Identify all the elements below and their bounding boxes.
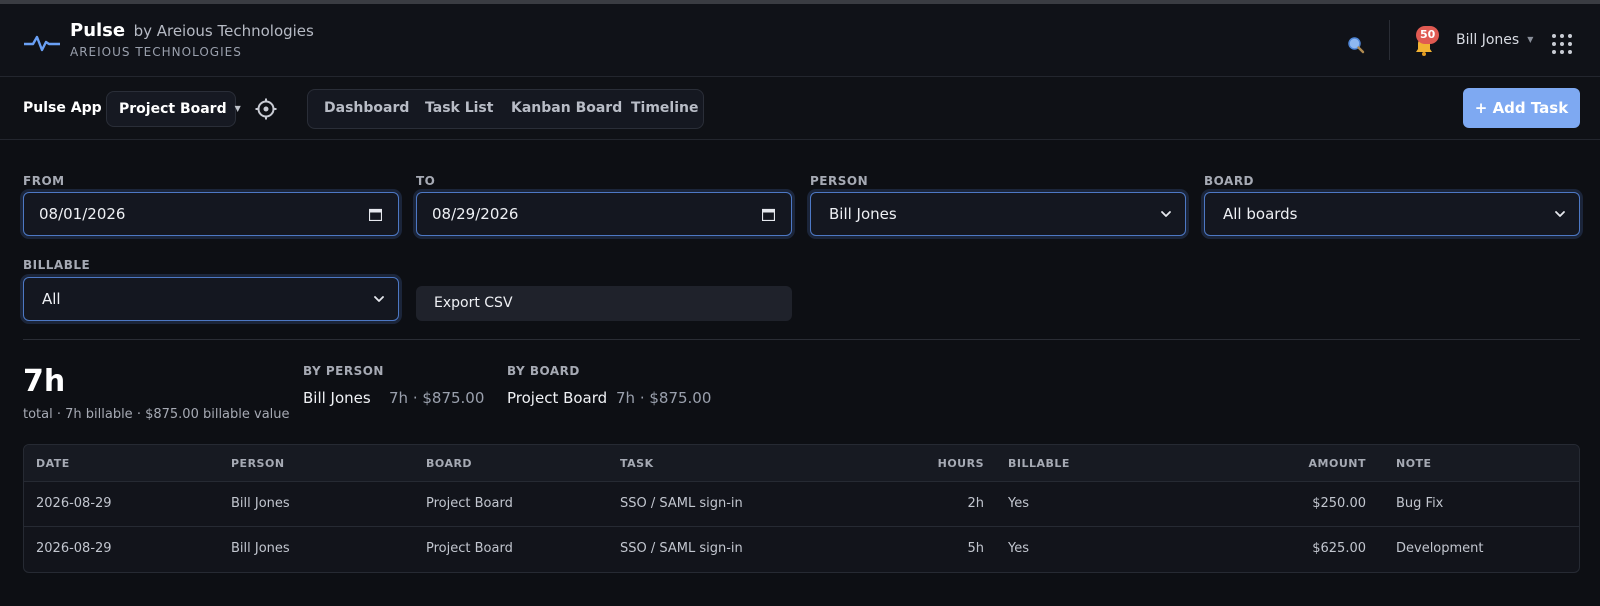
to-date-field[interactable]: 08/29/2026 xyxy=(416,192,792,236)
tab-dashboard[interactable]: Dashboard xyxy=(324,100,409,116)
by-person-name: Bill Jones xyxy=(303,389,371,407)
board-select-value: Project Board xyxy=(119,101,227,117)
person-select[interactable]: Bill Jones xyxy=(810,192,1186,236)
calendar-icon[interactable] xyxy=(762,208,775,221)
user-menu[interactable]: Bill Jones ▼ xyxy=(1456,32,1533,48)
total-hours: 7h xyxy=(23,364,66,399)
cell-board: Project Board xyxy=(426,496,513,511)
from-date-value: 08/01/2026 xyxy=(39,205,126,223)
board-filter-select[interactable]: All boards xyxy=(1204,192,1580,236)
cell-billable: Yes xyxy=(1008,496,1029,511)
total-detail: total · 7h billable · $875.00 billable v… xyxy=(23,407,290,422)
app-header: Pulse by Areious Technologies AREIOUS TE… xyxy=(0,4,1600,77)
time-entries-table: DATE PERSON BOARD TASK HOURS BILLABLE AM… xyxy=(23,444,1580,573)
export-csv-button[interactable]: Export CSV xyxy=(416,286,792,321)
column-header-hours[interactable]: HOURS xyxy=(924,457,984,470)
by-board-name: Project Board xyxy=(507,389,608,407)
column-header-board[interactable]: BOARD xyxy=(426,457,472,470)
caret-down-icon: ▼ xyxy=(1527,35,1534,44)
billable-select-value: All xyxy=(42,290,61,308)
gear-icon[interactable] xyxy=(254,97,278,121)
chevron-down-icon xyxy=(374,296,384,302)
cell-amount: $250.00 xyxy=(1312,496,1366,511)
to-date-value: 08/29/2026 xyxy=(432,205,519,223)
apps-grid-icon[interactable] xyxy=(1552,34,1572,54)
person-select-value: Bill Jones xyxy=(829,205,897,223)
brand-name: Pulse xyxy=(70,20,126,41)
table-row[interactable]: 2026-08-29 Bill Jones Project Board SSO … xyxy=(24,482,1579,527)
cell-note: Bug Fix xyxy=(1396,496,1444,511)
column-header-person[interactable]: PERSON xyxy=(231,457,285,470)
brand-by-text: by Areious Technologies xyxy=(133,22,314,40)
pulse-logo-icon xyxy=(24,35,60,52)
cell-billable: Yes xyxy=(1008,541,1029,556)
column-header-task[interactable]: TASK xyxy=(620,457,654,470)
company-name: AREIOUS TECHNOLOGIES xyxy=(70,45,242,59)
cell-hours: 5h xyxy=(967,541,984,556)
to-label: TO xyxy=(416,174,436,188)
from-date-field[interactable]: 08/01/2026 xyxy=(23,192,399,236)
caret-down-icon: ▼ xyxy=(234,104,241,113)
column-header-date[interactable]: DATE xyxy=(36,457,70,470)
by-person-title: BY PERSON xyxy=(303,364,384,378)
chevron-down-icon xyxy=(1555,211,1565,217)
by-person-value: 7h · $875.00 xyxy=(389,389,485,407)
brand: Pulse by Areious Technologies AREIOUS TE… xyxy=(70,20,314,59)
board-select[interactable]: Project Board ▼ xyxy=(106,91,241,127)
tab-kanban-board[interactable]: Kanban Board xyxy=(511,100,622,116)
cell-note: Development xyxy=(1396,541,1484,556)
table-row[interactable]: 2026-08-29 Bill Jones Project Board SSO … xyxy=(24,527,1579,572)
cell-board: Project Board xyxy=(426,541,513,556)
cell-hours: 2h xyxy=(967,496,984,511)
cell-person: Bill Jones xyxy=(231,496,290,511)
column-header-billable[interactable]: BILLABLE xyxy=(1008,457,1070,470)
cell-person: Bill Jones xyxy=(231,541,290,556)
board-label: BOARD xyxy=(1204,174,1255,188)
billable-select[interactable]: All xyxy=(23,277,399,321)
column-header-amount[interactable]: AMOUNT xyxy=(1274,457,1366,470)
column-header-note[interactable]: NOTE xyxy=(1396,457,1432,470)
cell-date: 2026-08-29 xyxy=(36,541,112,556)
search-icon[interactable] xyxy=(1347,36,1365,54)
by-board-value: 7h · $875.00 xyxy=(616,389,712,407)
person-label: PERSON xyxy=(810,174,869,188)
section-divider xyxy=(23,339,1580,340)
notification-badge: 50 xyxy=(1416,26,1440,44)
toolbar: Pulse App Project Board ▼ Dashboard Task … xyxy=(0,77,1600,140)
cell-date: 2026-08-29 xyxy=(36,496,112,511)
billable-label: BILLABLE xyxy=(23,258,91,272)
chevron-down-icon xyxy=(1161,211,1171,217)
tab-timeline[interactable]: Timeline xyxy=(631,100,699,116)
by-board-title: BY BOARD xyxy=(507,364,580,378)
add-task-button[interactable]: + Add Task xyxy=(1463,88,1580,128)
cell-amount: $625.00 xyxy=(1312,541,1366,556)
from-label: FROM xyxy=(23,174,65,188)
tab-task-list[interactable]: Task List xyxy=(425,100,493,116)
table-header: DATE PERSON BOARD TASK HOURS BILLABLE AM… xyxy=(24,445,1579,482)
cell-task: SSO / SAML sign-in xyxy=(620,496,743,511)
app-label: Pulse App xyxy=(23,100,102,116)
board-filter-value: All boards xyxy=(1223,205,1298,223)
cell-task: SSO / SAML sign-in xyxy=(620,541,743,556)
user-name: Bill Jones xyxy=(1456,32,1520,48)
header-divider xyxy=(1389,20,1390,60)
calendar-icon[interactable] xyxy=(369,208,382,221)
view-tabs: Dashboard Task List Kanban Board Timelin… xyxy=(307,89,704,129)
